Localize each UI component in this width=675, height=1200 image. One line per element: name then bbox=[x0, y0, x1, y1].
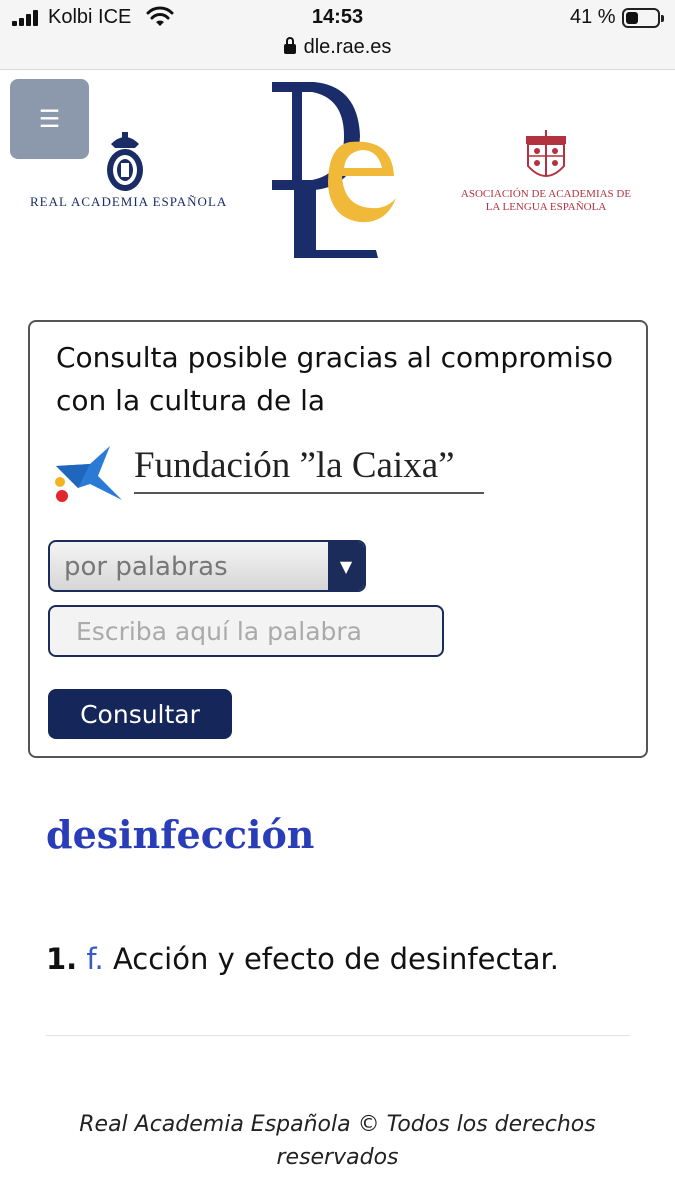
status-bar: Kolbi ICE 14:53 41 % dle.rae.es bbox=[0, 0, 675, 70]
dropdown-arrow-icon[interactable]: ▼ bbox=[328, 542, 364, 590]
entry-headword: desinfección bbox=[46, 812, 315, 857]
battery-fill bbox=[626, 12, 638, 24]
search-mode-value: por palabras bbox=[64, 552, 228, 582]
rae-crest-icon bbox=[107, 132, 143, 191]
asale-name: ASOCIACIÓN DE ACADEMIAS DE LA LENGUA ESP… bbox=[460, 188, 632, 213]
definition-text: Acción y efecto de desinfectar. bbox=[103, 942, 560, 976]
battery-icon bbox=[622, 8, 664, 28]
search-mode-select[interactable]: por palabras ▼ bbox=[48, 540, 366, 592]
divider bbox=[46, 1035, 630, 1036]
dle-logo[interactable] bbox=[266, 76, 402, 262]
rae-name: REAL ACADEMIA ESPAÑOLA bbox=[30, 194, 228, 209]
address-bar[interactable]: dle.rae.es bbox=[0, 36, 675, 59]
hamburger-menu-icon: ☰ bbox=[38, 105, 61, 133]
search-panel: Consulta posible gracias al compromiso c… bbox=[28, 320, 648, 758]
caixa-star-logo bbox=[55, 446, 122, 502]
consultar-button[interactable]: Consultar bbox=[48, 689, 232, 739]
definition-number: 1. bbox=[46, 942, 78, 976]
search-input[interactable] bbox=[48, 605, 444, 657]
sponsor-underline bbox=[134, 492, 484, 494]
footer-copyright: Real Academia Española © Todos los derec… bbox=[79, 1112, 596, 1170]
battery-percent: 41 % bbox=[570, 6, 616, 28]
definition-item: 1. f. Acción y efecto de desinfectar. bbox=[46, 942, 559, 976]
sponsor-name: Fundación ”la Caixa” bbox=[134, 445, 455, 486]
page-url: dle.rae.es bbox=[303, 36, 392, 58]
grammar-abbreviation-link[interactable]: f. bbox=[86, 942, 103, 976]
lock-icon bbox=[283, 37, 296, 54]
sponsor-text: Consulta posible gracias al compromiso c… bbox=[56, 341, 614, 417]
asale-crest-icon bbox=[526, 130, 566, 177]
menu-button[interactable]: ☰ bbox=[10, 79, 89, 159]
